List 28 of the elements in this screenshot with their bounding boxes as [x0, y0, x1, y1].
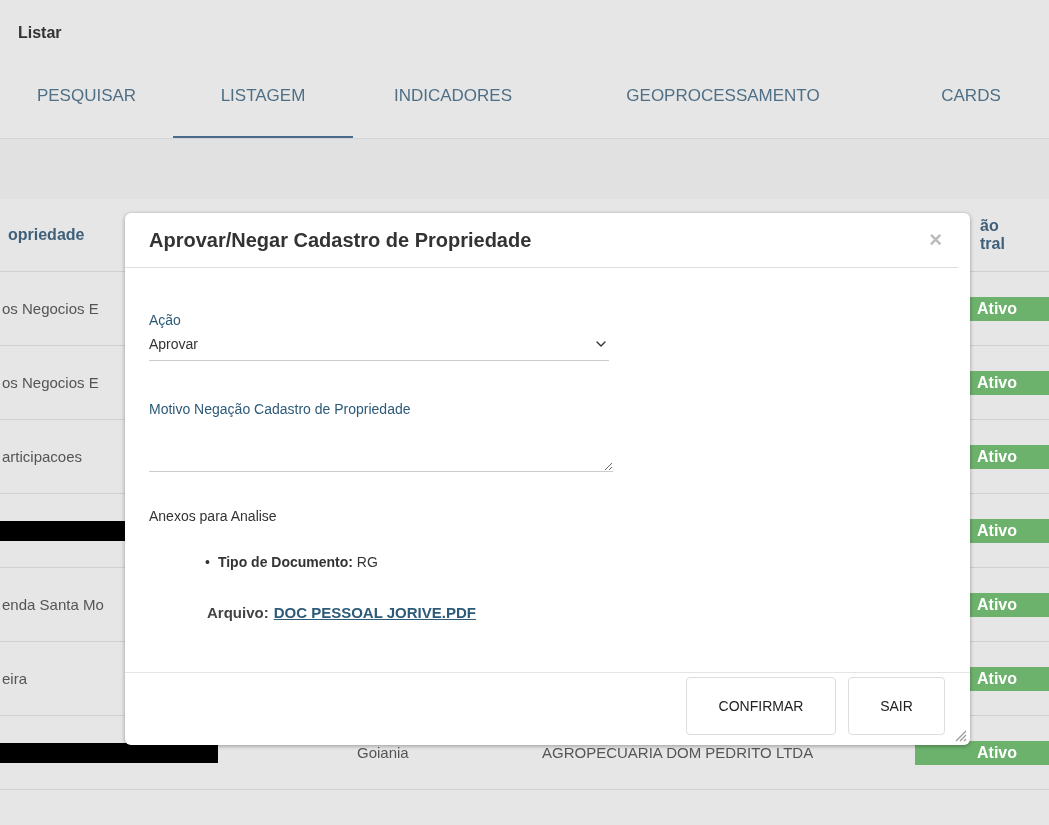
table-cell-text: articipacoes	[1, 448, 83, 465]
table-cell: AGROPECUARIA DOM PEDRITO LTDA	[542, 744, 814, 761]
tab[interactable]: INDICADORES	[353, 56, 553, 138]
field-label: Motivo Negação Cadastro de Propriedade	[149, 401, 412, 417]
table-cell: Goiania	[357, 744, 409, 761]
table-cell-text: os Negocios E	[1, 300, 99, 317]
tab[interactable]: PESQUISAR	[0, 56, 173, 138]
tab[interactable]: CARDS	[893, 56, 1049, 138]
file-link[interactable]: DOC PESSOAL JORIVE.PDF	[273, 604, 476, 621]
table-cell-text: os Negocios E	[1, 374, 99, 391]
column-header: ão	[980, 217, 999, 235]
field-label: Ação	[149, 312, 182, 328]
bullet: •	[205, 554, 210, 570]
table-cell-text: eira	[1, 670, 27, 687]
page-title: Listar	[17, 23, 63, 43]
section-title: Anexos para Analise	[149, 508, 278, 524]
confirm-button[interactable]: CONFIRMAR	[686, 677, 836, 735]
tab[interactable]: GEOPROCESSAMENTO	[553, 56, 893, 138]
status-badge: Ativo	[915, 740, 1049, 765]
dialog-title: Aprovar/Negar Cadastro de Propriedade	[149, 228, 532, 252]
action-select[interactable]: Aprovar	[149, 332, 609, 361]
column-header: tral	[980, 235, 1005, 253]
table-cell-text: enda Santa Mo	[1, 596, 104, 613]
document-type: Tipo de Documento: RG	[217, 554, 378, 570]
file-label: Arquivo:	[207, 604, 269, 621]
exit-button[interactable]: SAIR	[848, 677, 945, 735]
column-header: opriedade	[8, 226, 85, 244]
resize-grip-icon[interactable]	[953, 728, 967, 742]
